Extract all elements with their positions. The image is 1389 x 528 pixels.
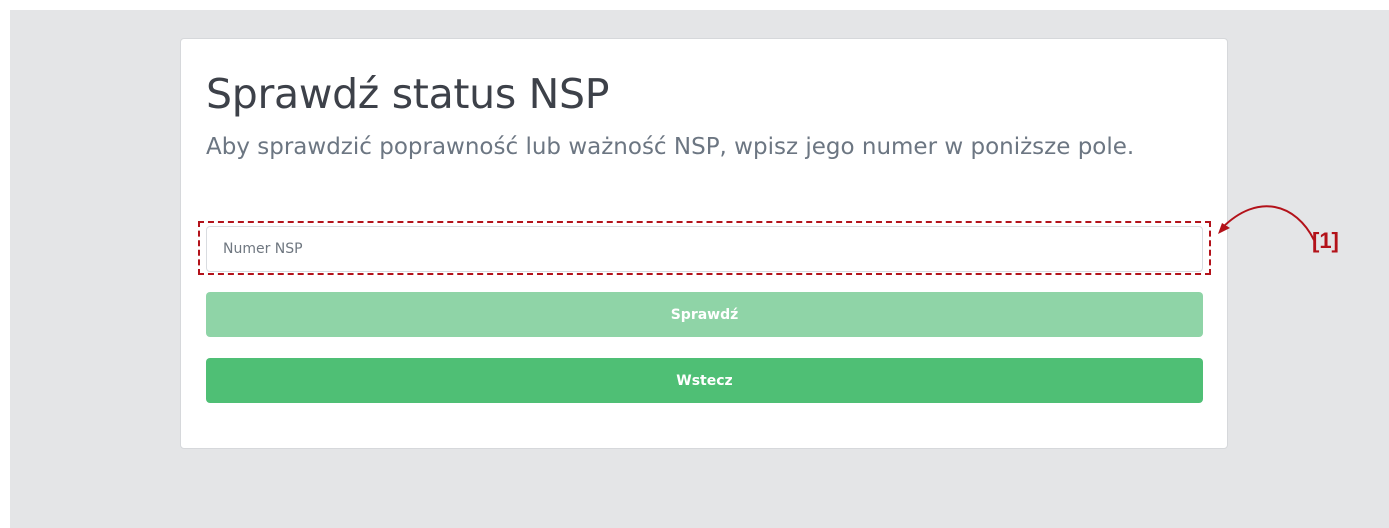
- page-subtitle: Aby sprawdzić poprawność lub ważność NSP…: [206, 134, 1135, 160]
- check-button[interactable]: Sprawdź: [206, 292, 1203, 337]
- page-title: Sprawdź status NSP: [206, 70, 610, 118]
- back-button[interactable]: Wstecz: [206, 358, 1203, 403]
- nsp-number-input[interactable]: [206, 226, 1203, 272]
- annotation-arrow-icon: [1218, 205, 1315, 241]
- annotation-label: [1]: [1312, 228, 1339, 253]
